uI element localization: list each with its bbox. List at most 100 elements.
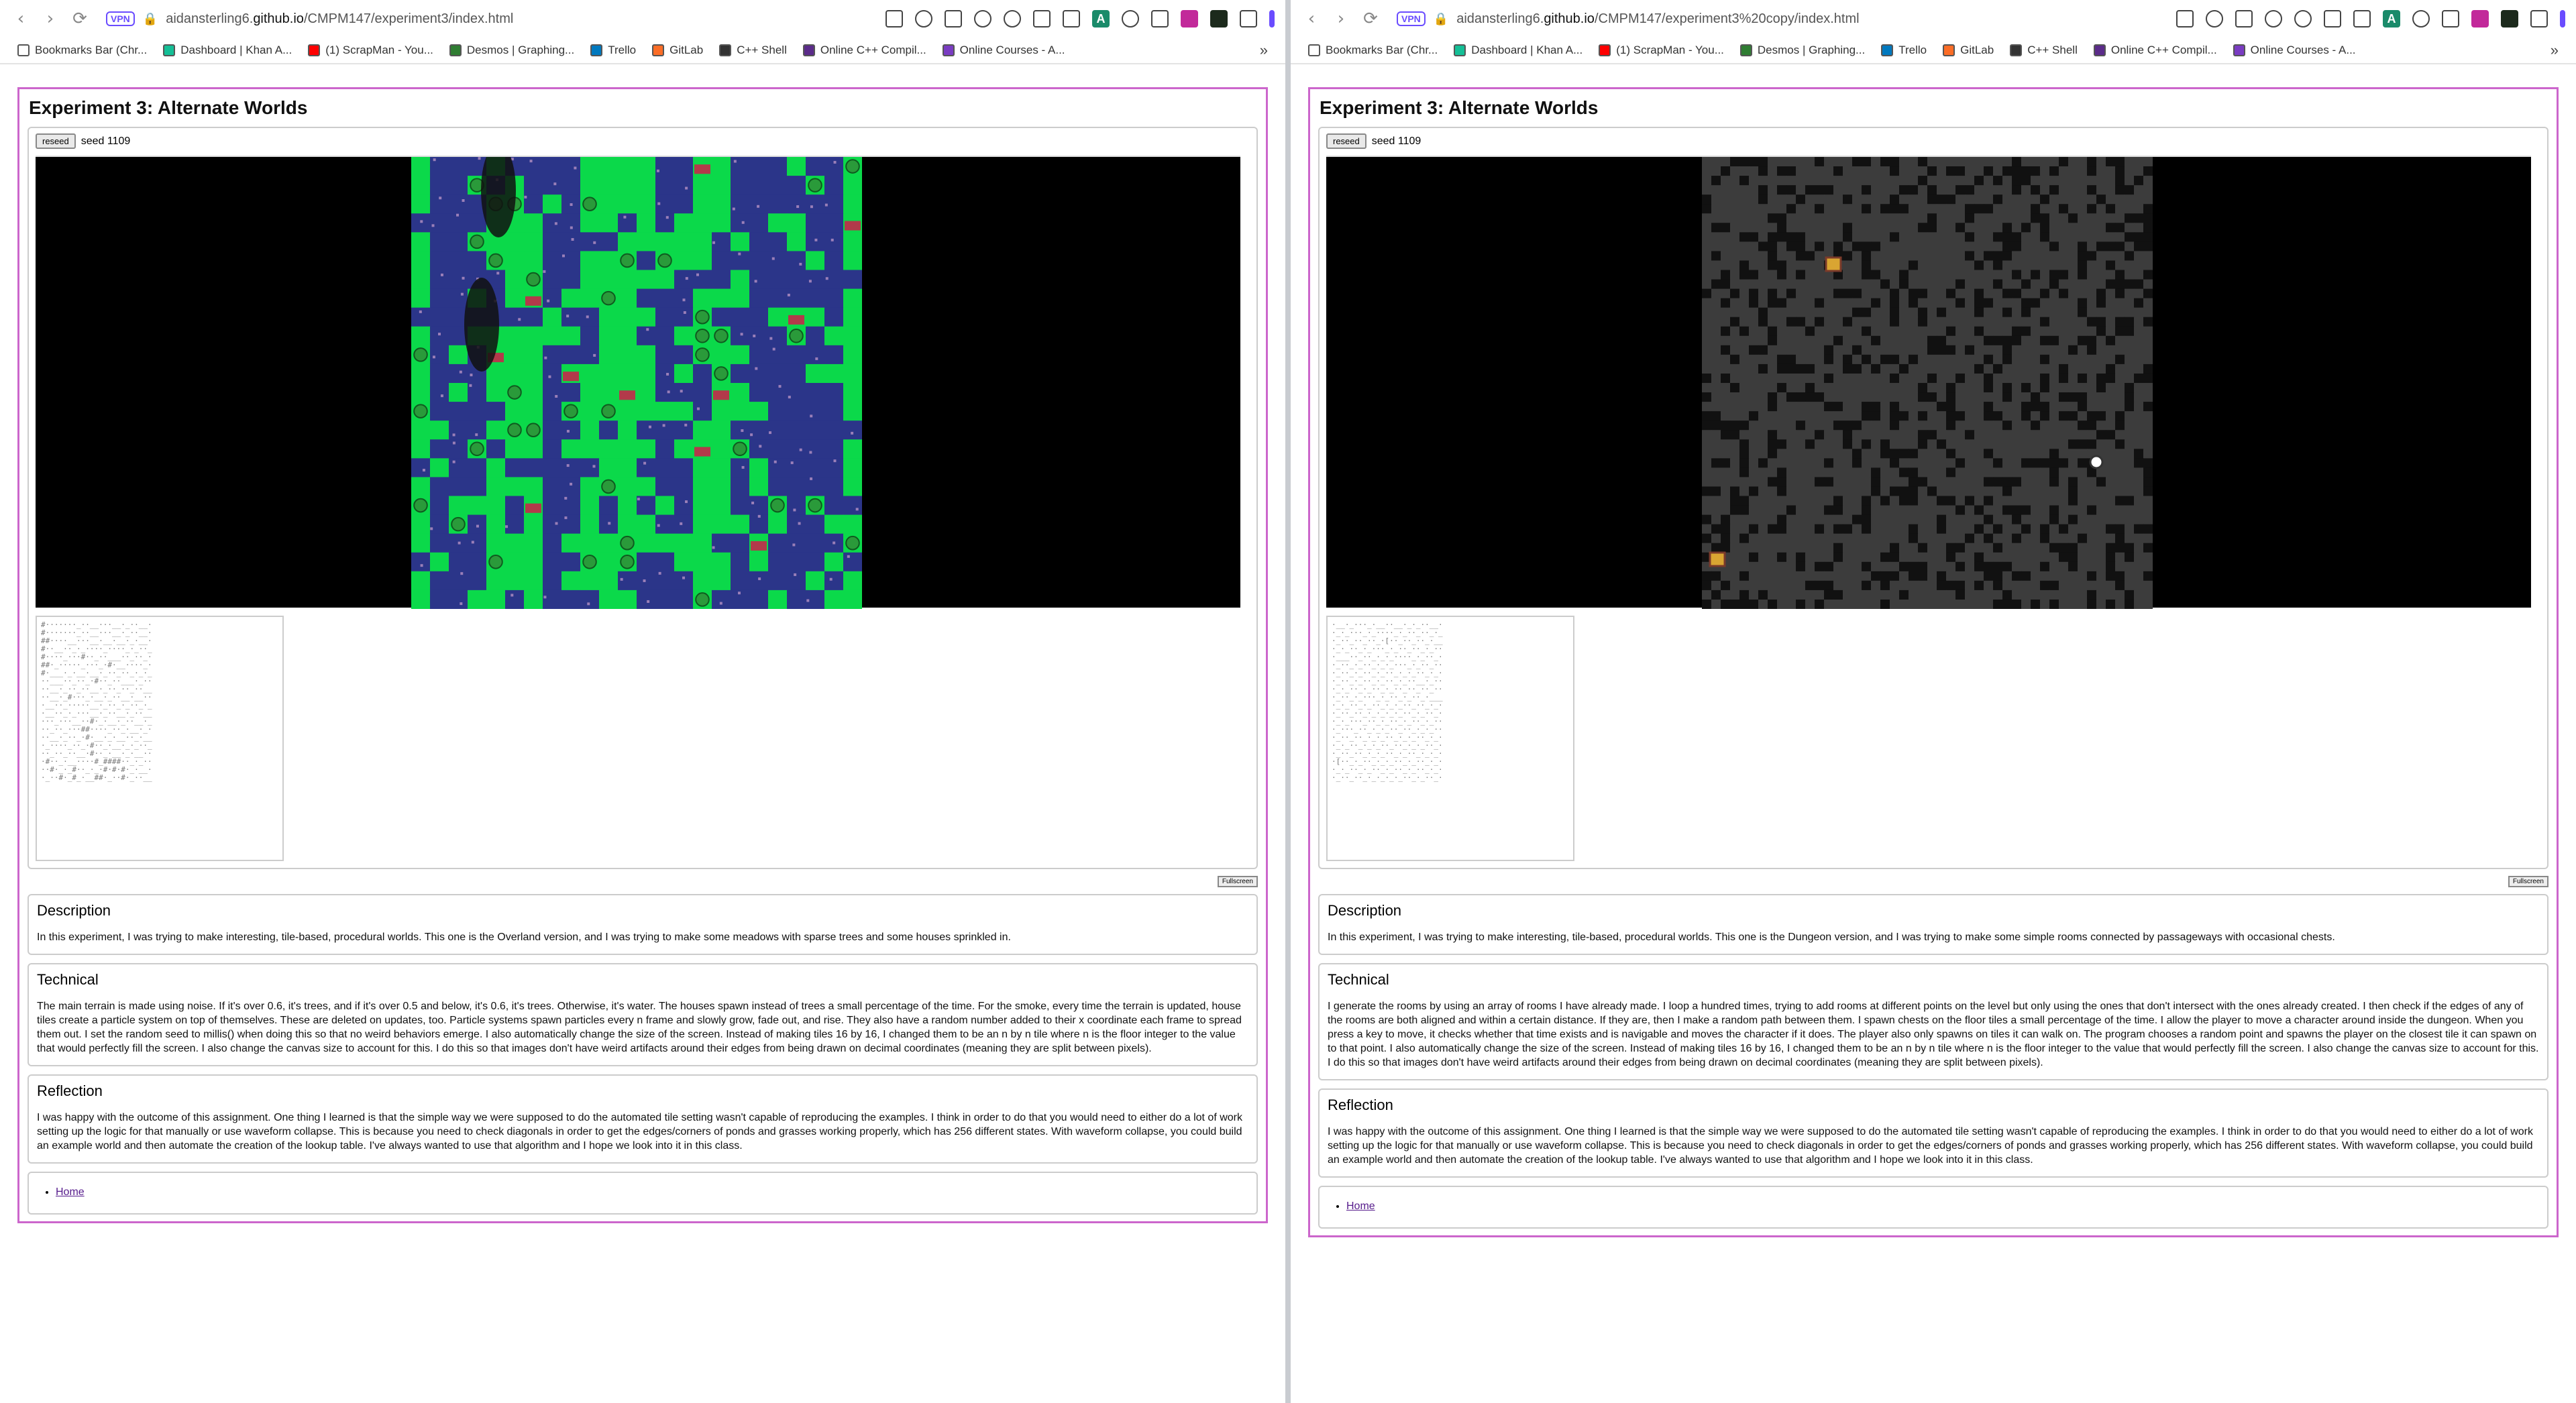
bookmark-item[interactable]: Online Courses - A... [2233, 44, 2356, 57]
extension-icon[interactable] [1210, 10, 1228, 27]
ascii-map-textarea[interactable]: #·······_··__···__·_··__· #·······_··__·… [36, 616, 284, 861]
screenshot-icon[interactable] [945, 10, 962, 27]
water-sparkle [478, 157, 481, 160]
home-link[interactable]: Home [1346, 1200, 1375, 1212]
extension-icon[interactable] [1181, 10, 1198, 27]
shield-icon[interactable] [2265, 10, 2282, 27]
download-icon[interactable] [2324, 10, 2341, 27]
water-tile [561, 383, 581, 402]
menu-icon[interactable] [1063, 10, 1080, 27]
bookmark-item[interactable]: Online C++ Compil... [802, 44, 926, 57]
extension-icon[interactable] [2501, 10, 2518, 27]
extension-icon[interactable] [2442, 10, 2459, 27]
bookmark-item[interactable]: GitLab [1943, 44, 1994, 57]
vpn-badge[interactable]: VPN [106, 11, 135, 26]
wall-tile [1965, 185, 1975, 195]
puzzle-icon[interactable] [1240, 10, 1257, 27]
screenshot-icon[interactable] [2235, 10, 2253, 27]
forward-button[interactable]: › [40, 9, 60, 29]
zoom-icon[interactable] [2206, 10, 2223, 27]
bookmarks-more-button[interactable]: » [2551, 42, 2559, 59]
floor-tile [1758, 430, 1768, 440]
floor-tile [1786, 411, 1796, 421]
ascii-map-textarea[interactable]: ·__·_···_·__··__·_·_··__· ·_·_···_·_····… [1326, 616, 1574, 861]
favorite-icon[interactable] [1004, 10, 1021, 27]
world-canvas[interactable] [1326, 156, 2531, 609]
reload-button[interactable]: ⟳ [70, 9, 90, 29]
bookmark-item[interactable]: Dashboard | Khan A... [1454, 44, 1582, 57]
water-sparkle [814, 238, 818, 241]
water-tile [749, 590, 769, 609]
reload-button[interactable]: ⟳ [1360, 9, 1381, 29]
url-text[interactable]: aidansterling6.github.io/CMPM147/experim… [1456, 11, 1859, 27]
floor-tile [1862, 543, 1872, 553]
floor-tile [2106, 449, 2116, 459]
floor-tile [1927, 561, 1937, 572]
bookmark-item[interactable]: Bookmarks Bar (Chr... [1308, 44, 1438, 57]
water-tile [655, 571, 675, 591]
grass-tile [505, 363, 525, 384]
profile-avatar[interactable]: A [2383, 10, 2400, 27]
url-text[interactable]: aidansterling6.github.io/CMPM147/experim… [166, 11, 513, 27]
wall-tile [2115, 543, 2125, 553]
wall-tile [1974, 552, 1984, 563]
floor-tile [1965, 402, 1975, 412]
floor-tile [2096, 505, 2106, 516]
floor-tile [2021, 185, 2031, 195]
zoom-icon[interactable] [915, 10, 932, 27]
bookmark-item[interactable]: Online Courses - A... [942, 44, 1065, 57]
reflection-heading: Reflection [1328, 1097, 1393, 1113]
fullscreen-button[interactable]: Fullscreen [2508, 876, 2548, 887]
lock-icon[interactable]: 🔒 [143, 12, 158, 26]
bookmarks-more-button[interactable]: » [1260, 42, 1268, 59]
water-tile [824, 439, 844, 459]
lock-icon[interactable]: 🔒 [1434, 12, 1448, 26]
favorite-icon[interactable] [2294, 10, 2312, 27]
forward-button[interactable]: › [1331, 9, 1351, 29]
menu-icon[interactable] [2353, 10, 2371, 27]
bookmark-item[interactable]: Dashboard | Khan A... [163, 44, 292, 57]
wall-tile [1833, 552, 1843, 563]
bookmark-item[interactable]: GitLab [652, 44, 703, 57]
bookmark-item[interactable]: Bookmarks Bar (Chr... [17, 44, 147, 57]
extension-icon[interactable] [2412, 10, 2430, 27]
address-bar[interactable]: VPN 🔒 aidansterling6.github.io/CMPM147/e… [1390, 5, 1866, 32]
address-bar[interactable]: VPN 🔒 aidansterling6.github.io/CMPM147/e… [99, 5, 520, 32]
back-button[interactable]: ‹ [11, 9, 31, 29]
reader-mode-icon[interactable] [885, 10, 903, 27]
reader-mode-icon[interactable] [2176, 10, 2194, 27]
extension-icon[interactable] [1122, 10, 1139, 27]
bookmark-item[interactable]: Desmos | Graphing... [449, 44, 574, 57]
grass-tile [674, 326, 694, 346]
bookmark-item[interactable]: (1) ScrapMan - You... [1599, 44, 1724, 57]
profile-avatar[interactable]: A [1092, 10, 1110, 27]
puzzle-icon[interactable] [2530, 10, 2548, 27]
floor-tile [2096, 599, 2106, 609]
wall-tile [1824, 185, 1834, 195]
floor-tile [1749, 363, 1759, 374]
download-icon[interactable] [1033, 10, 1051, 27]
shield-icon[interactable] [974, 10, 991, 27]
wall-tile [1702, 373, 1712, 384]
floor-tile [1824, 279, 1834, 290]
reseed-button[interactable]: reseed [1326, 133, 1366, 149]
bookmark-item[interactable]: Online C++ Compil... [2093, 44, 2217, 57]
bookmark-item[interactable]: C++ Shell [2010, 44, 2078, 57]
floor-tile [2049, 590, 2059, 600]
bookmark-item[interactable]: Trello [590, 44, 636, 57]
floor-tile [1852, 599, 1862, 609]
bookmark-item[interactable]: (1) ScrapMan - You... [308, 44, 433, 57]
bookmark-item[interactable]: Trello [1881, 44, 1927, 57]
world-canvas[interactable] [36, 156, 1240, 609]
home-link[interactable]: Home [56, 1186, 85, 1198]
extension-icon[interactable] [1151, 10, 1169, 27]
bookmark-item[interactable]: Desmos | Graphing... [1739, 44, 1865, 57]
floor-tile [1946, 241, 1956, 251]
bookmark-item[interactable]: C++ Shell [719, 44, 787, 57]
fullscreen-button[interactable]: Fullscreen [1217, 876, 1258, 887]
vpn-badge[interactable]: VPN [1397, 11, 1426, 26]
wall-tile [1711, 543, 1721, 553]
back-button[interactable]: ‹ [1301, 9, 1322, 29]
reseed-button[interactable]: reseed [36, 133, 76, 149]
extension-icon[interactable] [2471, 10, 2489, 27]
